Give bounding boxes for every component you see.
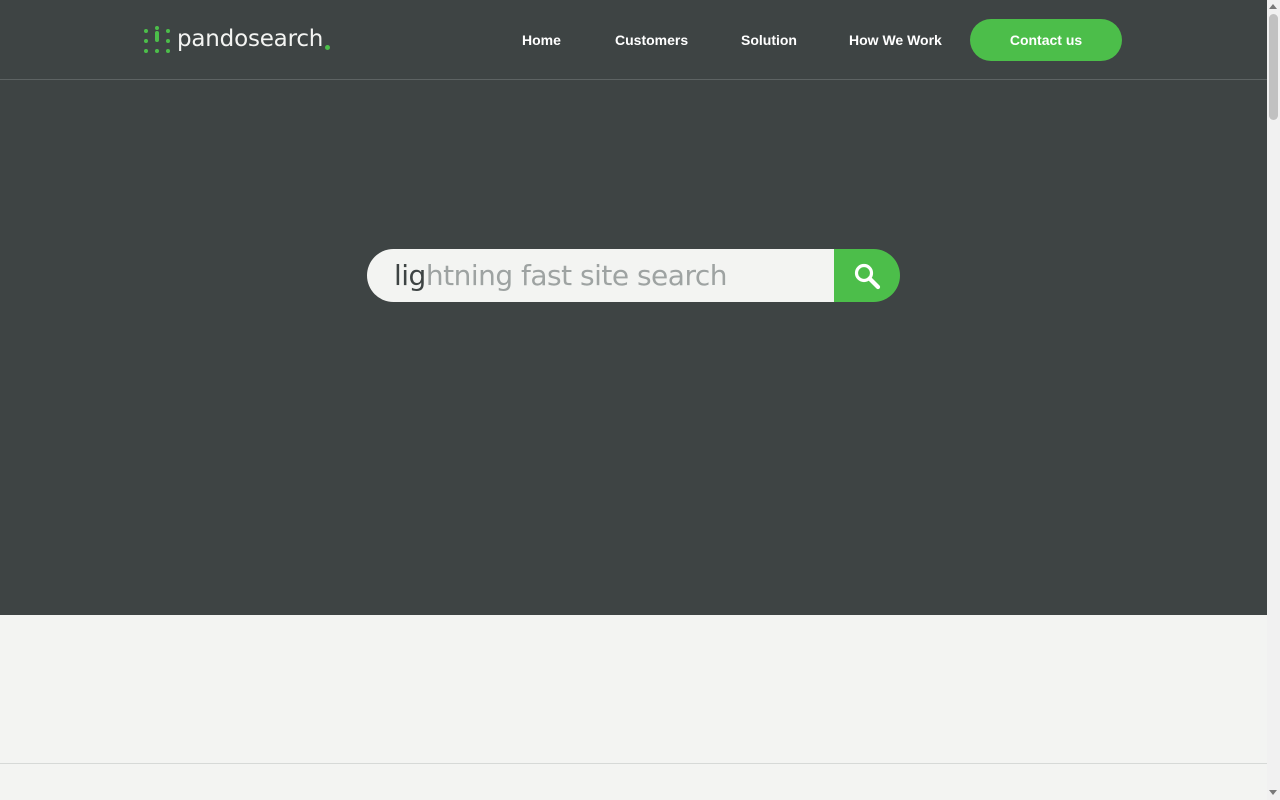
logo[interactable]: pandosearch [144,26,331,56]
nav-home[interactable]: Home [522,30,561,50]
scrollbar-thumb[interactable] [1269,14,1278,120]
nav-how-we-work[interactable]: How We Work [849,30,942,50]
logo-dots-icon [144,26,174,56]
site-header: pandosearch Home Customers Solution How … [0,0,1267,80]
logo-text: pandosearch [177,26,324,52]
section-divider [0,763,1267,764]
search-ghost-text: htning fast site search [425,259,728,292]
search-button[interactable] [834,249,900,302]
search-input[interactable]: lig htning fast site search [367,249,834,302]
contact-us-button[interactable]: Contact us [970,19,1122,61]
page: pandosearch Home Customers Solution How … [0,0,1267,800]
scroll-up-arrow-icon[interactable] [1269,4,1277,9]
search-bar: lig htning fast site search [367,249,900,302]
search-typed-text: lig [394,259,426,292]
search-icon [854,263,881,289]
nav-solution[interactable]: Solution [741,30,797,50]
logo-dot-icon [325,44,331,50]
scroll-down-arrow-icon[interactable] [1269,790,1277,795]
nav-customers[interactable]: Customers [615,30,688,50]
scrollbar[interactable] [1267,0,1280,800]
hero-section [0,80,1267,615]
